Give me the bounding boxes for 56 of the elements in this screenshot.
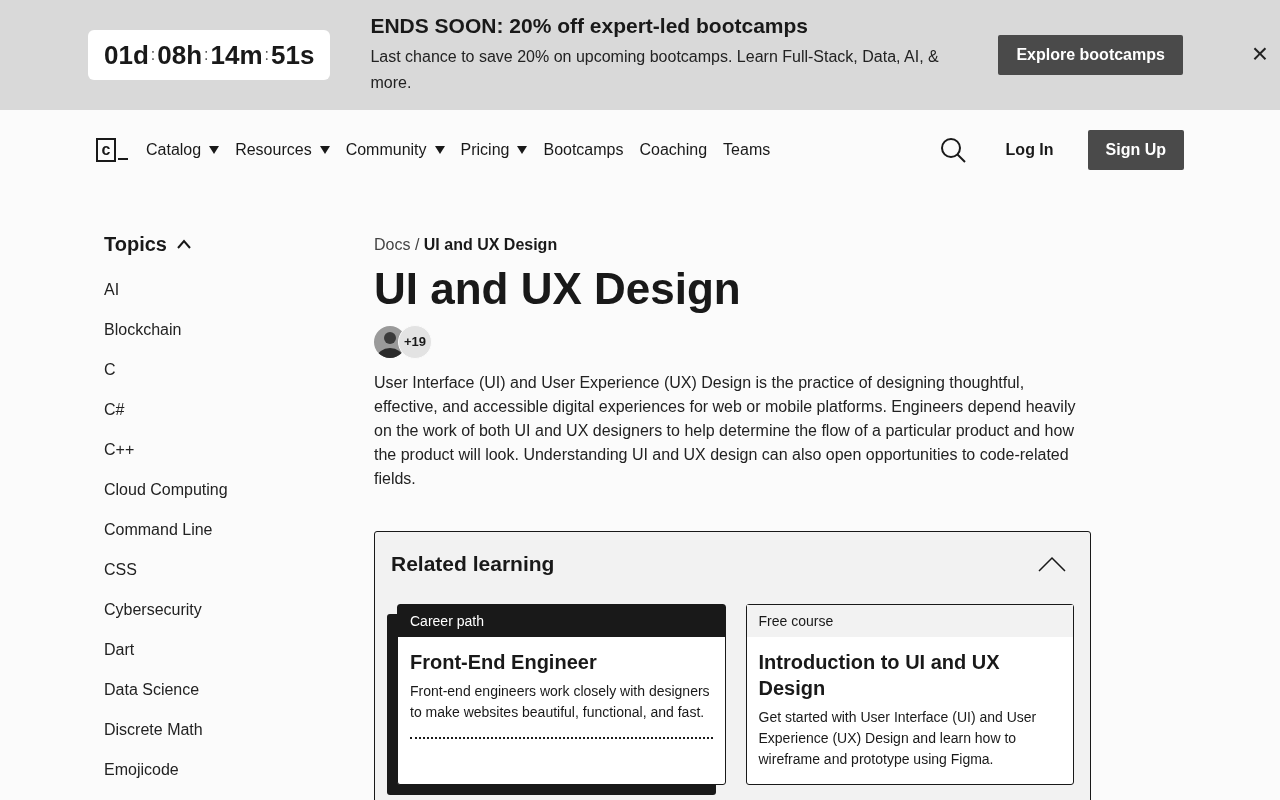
nav-link[interactable]: Teams [723,141,771,159]
countdown-separator: : [204,46,209,64]
nav-link[interactable]: Resources [235,141,330,159]
card-title: Introduction to UI and UX Design [757,649,1001,701]
countdown-separator: : [150,46,156,64]
topic-link[interactable]: C# [104,401,125,419]
chevron-icon[interactable] [176,239,191,249]
caret-icon [209,146,220,154]
card-tag: Career path [398,604,725,637]
nav-link[interactable]: Bootcamps [543,141,624,159]
caret-icon [319,146,330,154]
breadcrumb-current: UI and UX Design [423,236,558,253]
banner-text: Last chance to save 20% on upcoming bootcamps. Learn Full-Stack, Data, AI, & more. [370,47,940,93]
banner-title: ENDS SOON: 20% off expert-led bootcamps [370,14,809,38]
caret-icon [434,146,445,154]
countdown-separator: : [264,46,270,64]
topic-link[interactable]: Dart [104,641,135,659]
breadcrumb-link[interactable]: Docs [374,236,411,253]
login-button[interactable]: Log In [1005,141,1054,159]
related-learning-title: Related learning [391,551,555,576]
breadcrumb-separator: / [414,236,420,253]
nav-link[interactable]: Catalog [146,141,220,159]
topic-link[interactable]: Emojicode [104,761,179,779]
countdown-value: 08h [157,39,203,71]
topic-link[interactable]: Blockchain [104,321,182,339]
card-text: Get started with User Interface (UI) and User Experience (UX) Design and learn how to wireframe and prototype using Figma. [757,707,1038,769]
contributor-count[interactable]: +19 [398,324,432,359]
signup-button[interactable]: Sign Up [1087,130,1184,170]
description: User Interface (UI) and User Experience (UX) Design is the practice of designing thoughtful, effective, and accessible digital experiences for web or mobile platforms. Engineers depend heavily on the work of both UI and UX designers to help determine the flow of a particular product and how the product will look. Understanding UI and UX design can also open opportunities to code-related fields. [374,372,1077,489]
topic-link[interactable]: Command Line [104,521,213,539]
close-button[interactable]: × [1251,42,1268,66]
countdown-value: 01d [104,39,149,71]
countdown-value: 14m [210,39,263,71]
nav-link[interactable]: Coaching [639,141,708,159]
topic-link[interactable]: Discrete Math [104,721,203,739]
caret-icon [517,146,528,154]
course-card[interactable]: Free course Introduction to UI and UX Design Get started with User Interface (UI) and User Experience (UX) Design and learn how to wireframe and prototype using Figma. [745,603,1074,785]
topics-heading: Topics [104,232,167,256]
nav-link[interactable]: Pricing [460,141,528,159]
card-title: Front-End Engineer [409,649,598,675]
card-tag: Free course [746,604,1073,637]
countdown-value: 51s [271,39,315,71]
topic-link[interactable]: Cloud Computing [104,481,228,499]
logo[interactable]: c [96,138,116,162]
topic-link[interactable]: Data Science [104,681,200,699]
topic-link[interactable]: AI [104,281,120,299]
page-title: UI and UX Design [374,264,742,315]
topic-link[interactable]: C [104,361,116,379]
search-icon[interactable] [939,137,966,163]
topic-link[interactable]: Cybersecurity [104,601,202,619]
nav-link[interactable]: Community [345,141,445,159]
topic-link[interactable]: CSS [104,561,137,579]
chevron-icon[interactable] [1038,555,1066,572]
card-text: Front-end engineers work closely with designers to make websites beautiful, functional, and fast. [409,681,711,722]
explore-bootcamps-button[interactable]: Explore bootcamps [998,35,1183,75]
topic-link[interactable]: C++ [104,441,135,459]
